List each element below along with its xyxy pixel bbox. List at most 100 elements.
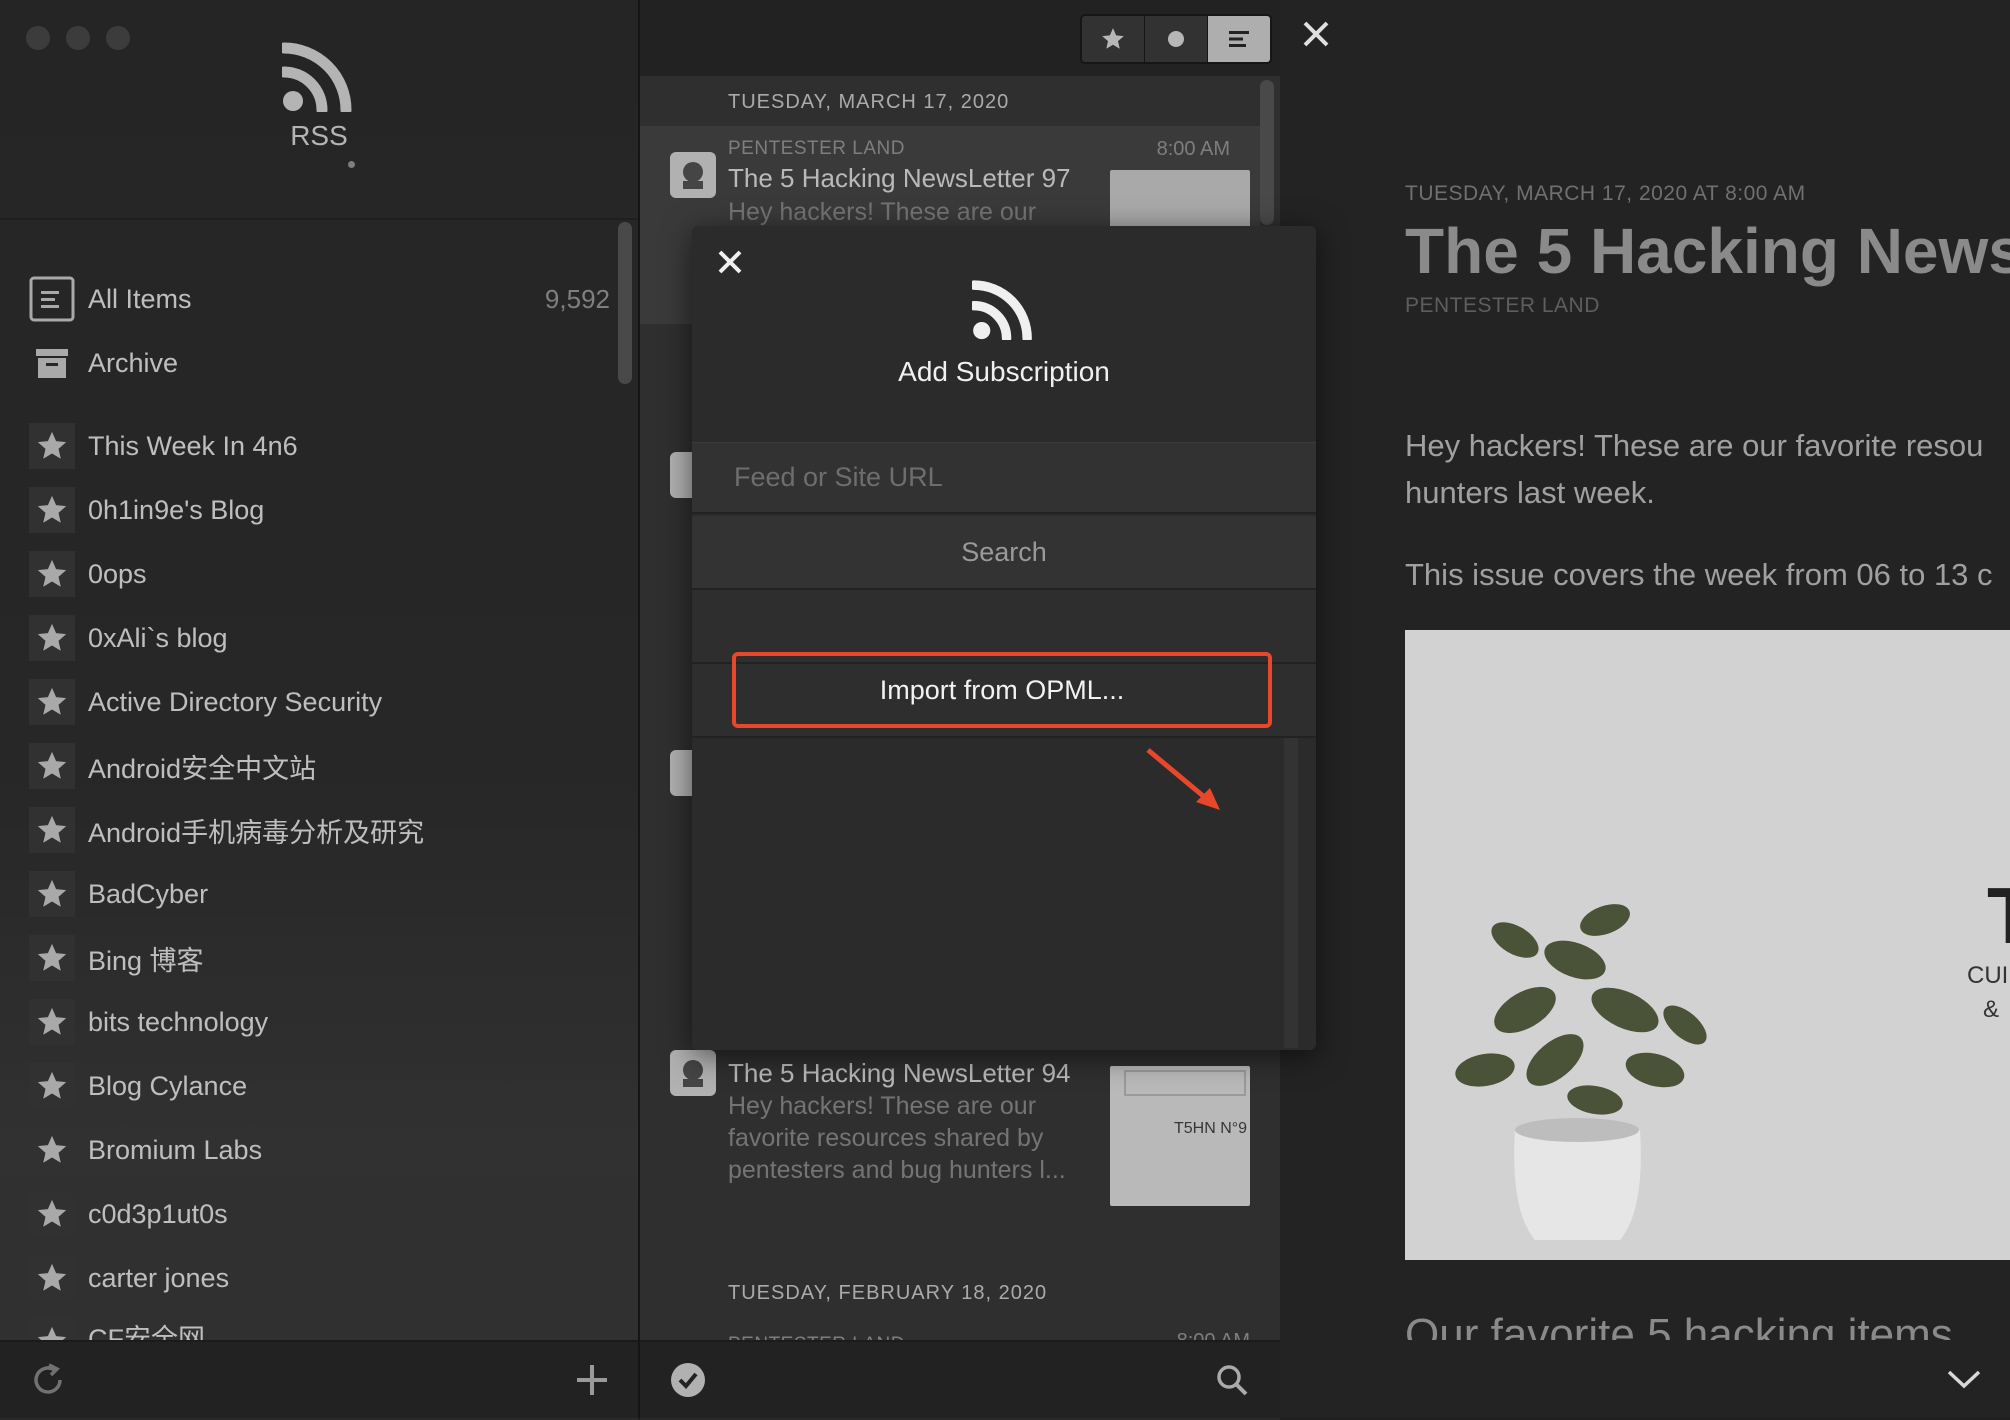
divider (0, 218, 638, 220)
sidebar-feed-label: Active Directory Security (88, 686, 383, 717)
sidebar-feed-item[interactable]: 0h1in9e's Blog (28, 485, 610, 535)
sidebar-feed-item[interactable]: Android安全中文站 (28, 741, 610, 791)
date-header: TUESDAY, MARCH 17, 2020 (728, 91, 1010, 113)
article-image: T CUI & (1405, 630, 2010, 1260)
star-icon (28, 486, 76, 534)
filter-all-button[interactable] (1208, 16, 1270, 62)
sidebar-feed-label: 0ops (88, 558, 147, 589)
search-icon[interactable] (1214, 1362, 1250, 1398)
article-source: PENTESTER LAND (728, 138, 905, 159)
article-summary: Hey hackers! These are our favorite reso… (728, 1092, 1066, 1184)
star-icon (28, 678, 76, 726)
sidebar-item-label: Archive (88, 347, 179, 378)
app-title: RSS (290, 120, 348, 151)
feed-avatar-icon (670, 152, 716, 198)
window-close-button[interactable] (26, 26, 50, 50)
refresh-icon[interactable] (30, 1362, 66, 1398)
dialog-title: Add Subscription (898, 356, 1110, 387)
sidebar-feed-item[interactable]: bits technology (28, 997, 610, 1047)
article-title: The 5 Hacking NewsLetter 97 (728, 163, 1071, 193)
star-icon (1102, 28, 1124, 49)
sidebar-feed-item[interactable]: Blog Cylance (28, 1061, 610, 1111)
sidebar-feed-item[interactable]: carter jones (28, 1253, 610, 1303)
thumbnail-text: T5HN N°9 (1174, 1120, 1248, 1137)
star-icon (28, 1190, 76, 1238)
list-icon (28, 275, 76, 323)
sidebar-item-label: All Items (88, 283, 192, 314)
article-title: The 5 Hacking Newsl (1405, 215, 2010, 287)
dot-icon (1168, 31, 1184, 47)
sidebar-feed-label: Android安全中文站 (88, 753, 317, 784)
article-title: The 5 Hacking NewsLetter 94 (728, 1058, 1071, 1088)
star-icon (28, 1126, 76, 1174)
sidebar: RSS All Items 9,592 Archive This Week In… (0, 0, 640, 1420)
sidebar-feed-label: bits technology (88, 1006, 269, 1037)
sidebar-feed-label: 0xAli`s blog (88, 622, 228, 653)
list-scrollbar[interactable] (1260, 80, 1274, 225)
rss-icon (972, 280, 1036, 340)
sidebar-feed-item[interactable]: Active Directory Security (28, 677, 610, 727)
sidebar-feed-item[interactable]: 0xAli`s blog (28, 613, 610, 663)
feed-avatar-icon (670, 1050, 716, 1096)
sidebar-feed-label: carter jones (88, 1262, 230, 1293)
article-reader: TUESDAY, MARCH 17, 2020 AT 8:00 AM The 5… (1280, 0, 2010, 1418)
list-item[interactable]: The 5 Hacking NewsLetter 94 Hey hackers!… (640, 1040, 1260, 1220)
article-paragraph: hunters last week. (1405, 475, 1655, 510)
dialog-scroll-track (1284, 738, 1298, 1048)
sidebar-feed-item[interactable]: Bing 博客 (28, 933, 610, 983)
sidebar-item-all-items[interactable]: All Items 9,592 (28, 274, 610, 324)
sidebar-feed-item[interactable]: BadCyber (28, 869, 610, 919)
archive-icon (28, 339, 76, 387)
feed-url-field (692, 442, 1316, 514)
sidebar-feed-item[interactable]: This Week In 4n6 (28, 421, 610, 471)
status-dot (348, 161, 355, 168)
list-toolbar (640, 0, 1280, 76)
sidebar-feed-label: This Week In 4n6 (88, 430, 298, 461)
mark-all-read-icon[interactable] (670, 1362, 706, 1398)
sidebar-feed-label: 0h1in9e's Blog (88, 494, 265, 525)
sidebar-scrollbar[interactable] (618, 222, 632, 384)
search-button[interactable]: Search (692, 516, 1316, 590)
list-bottom-bar (640, 1340, 1280, 1420)
article-time: 8:00 AM (1156, 138, 1230, 160)
star-icon (28, 998, 76, 1046)
close-icon[interactable] (1300, 18, 1332, 50)
star-icon (28, 934, 76, 982)
article-thumbnail: T5HN N°9 (1110, 1066, 1250, 1206)
sidebar-feed-label: Bing 博客 (88, 945, 204, 976)
sidebar-feed-label: c0d3p1ut0s (88, 1198, 228, 1229)
star-icon (28, 550, 76, 598)
sidebar-feed-item[interactable]: Android手机病毒分析及研究 (28, 805, 610, 855)
chevron-down-icon[interactable] (1946, 1368, 1982, 1390)
import-opml-button[interactable]: Import from OPML... (732, 652, 1272, 728)
filter-unread-button[interactable] (1145, 16, 1208, 62)
image-text: T (1987, 870, 2010, 962)
sidebar-feed-label: Android手机病毒分析及研究 (88, 817, 425, 848)
star-icon (28, 1062, 76, 1110)
article-paragraph: Hey hackers! These are our favorite reso… (1405, 428, 1984, 463)
window-minimize-button[interactable] (66, 26, 90, 50)
feed-url-input[interactable] (732, 461, 1276, 494)
filter-starred-button[interactable] (1082, 16, 1145, 62)
article-author: PENTESTER LAND (1405, 294, 1600, 317)
close-icon[interactable] (716, 248, 744, 276)
add-subscription-dialog: Add Subscription Search Import from OPML… (692, 226, 1316, 1050)
star-icon (28, 614, 76, 662)
sidebar-feed-label: BadCyber (88, 878, 209, 909)
sidebar-feed-item[interactable]: 0ops (28, 549, 610, 599)
star-icon (28, 742, 76, 790)
unread-count: 9,592 (544, 283, 610, 314)
list-icon (1229, 31, 1249, 47)
sidebar-item-archive[interactable]: Archive (28, 338, 610, 388)
filter-segmented-control (1080, 14, 1272, 64)
sidebar-feed-item[interactable]: Bromium Labs (28, 1125, 610, 1175)
sidebar-bottom-bar (0, 1340, 638, 1420)
star-icon (28, 422, 76, 470)
window-zoom-button[interactable] (106, 26, 130, 50)
add-subscription-icon[interactable] (574, 1362, 610, 1398)
sidebar-feed-item[interactable]: c0d3p1ut0s (28, 1189, 610, 1239)
image-text: & (1983, 996, 2000, 1023)
sidebar-feed-label: Blog Cylance (88, 1070, 248, 1101)
reader-bottom-bar (1280, 1340, 2010, 1418)
annotation-arrow-icon (1146, 748, 1226, 818)
